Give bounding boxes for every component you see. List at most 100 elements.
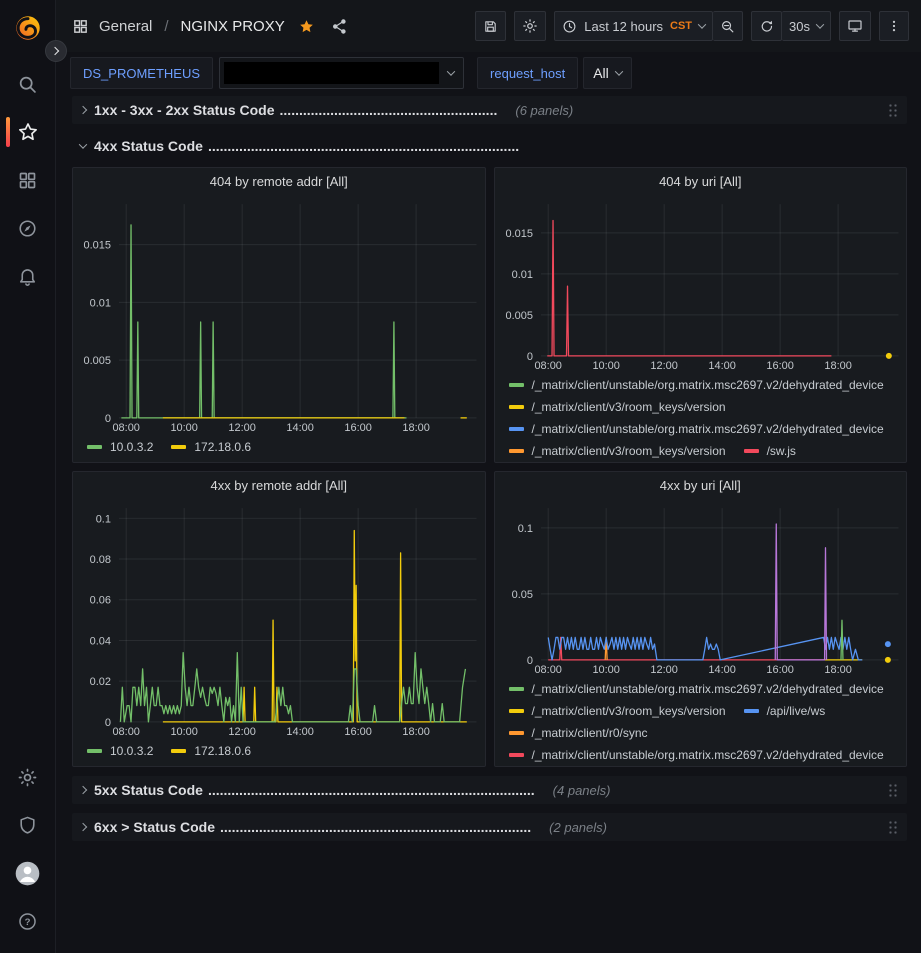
svg-text:0: 0 (526, 351, 532, 363)
tv-mode-button[interactable] (839, 11, 871, 41)
svg-text:0.01: 0.01 (90, 297, 111, 309)
legend-item[interactable]: 10.0.3.2 (87, 440, 153, 454)
panel-grid: 404 by remote addr [All] 08:0010:0012:00… (72, 167, 907, 767)
timeseries-chart[interactable]: 08:0010:0012:0014:0016:0018:0000.020.040… (73, 498, 485, 740)
compass-icon (17, 218, 38, 239)
svg-text:0.06: 0.06 (90, 595, 111, 607)
legend-swatch (509, 405, 524, 409)
sidebar-item-profile[interactable] (0, 849, 56, 897)
row-drag-handle[interactable] (888, 103, 897, 117)
legend-item[interactable]: /_matrix/client/unstable/org.matrix.msc2… (509, 748, 884, 762)
chevron-right-icon (51, 47, 59, 55)
legend-label: 172.18.0.6 (194, 744, 251, 758)
legend-swatch (509, 731, 524, 735)
legend-item[interactable]: /_matrix/client/v3/room_keys/version (509, 400, 726, 414)
svg-text:18:00: 18:00 (402, 422, 429, 434)
svg-text:08:00: 08:00 (112, 422, 139, 434)
svg-text:08:00: 08:00 (534, 664, 561, 676)
legend-item[interactable]: 10.0.3.2 (87, 744, 153, 758)
apps-icon (17, 170, 38, 191)
legend-swatch (171, 749, 186, 753)
svg-text:10:00: 10:00 (592, 664, 619, 676)
panel-404-by-uri: 404 by uri [All] 08:0010:0012:0014:0016:… (494, 167, 908, 463)
breadcrumb-section[interactable]: General (99, 18, 152, 35)
legend-item[interactable]: /_matrix/client/unstable/org.matrix.msc2… (509, 378, 884, 392)
monitor-icon (847, 18, 863, 34)
sidebar-item-explore[interactable] (0, 204, 56, 252)
variable-ds-prometheus-value-dropdown[interactable] (219, 57, 464, 89)
zoom-out-icon (720, 19, 735, 34)
legend-label: /sw.js (767, 444, 796, 458)
sidebar-item-help[interactable]: ? (0, 897, 56, 945)
legend-row: /_matrix/client/r0/sync (509, 722, 897, 744)
more-options-button[interactable] (879, 11, 909, 41)
sidebar-item-server-admin[interactable] (0, 801, 56, 849)
panel-title[interactable]: 404 by uri [All] (495, 168, 907, 194)
panel-title[interactable]: 404 by remote addr [All] (73, 168, 485, 194)
svg-text:14:00: 14:00 (286, 422, 313, 434)
sidebar-item-dashboards[interactable] (0, 156, 56, 204)
sidebar-item-alerting[interactable] (0, 252, 56, 300)
refresh-icon (759, 19, 774, 34)
row-5xx[interactable]: 5xx Status Code.........................… (72, 776, 907, 804)
svg-text:08:00: 08:00 (534, 360, 561, 372)
legend-item[interactable]: /sw.js (744, 444, 796, 458)
chevron-right-icon (79, 823, 87, 831)
zoom-out-time-button[interactable] (713, 11, 743, 41)
row-drag-handle[interactable] (888, 783, 897, 797)
legend-swatch (509, 427, 524, 431)
chart-legend: 10.0.3.2 172.18.0.6 (73, 436, 485, 462)
variable-ds-prometheus-label[interactable]: DS_PROMETHEUS (70, 57, 213, 89)
timeseries-chart[interactable]: 08:0010:0012:0014:0016:0018:0000.050.1 (495, 498, 907, 678)
sidebar-item-starred[interactable] (0, 108, 56, 156)
row-6xx[interactable]: 6xx > Status Code.......................… (72, 813, 907, 841)
breadcrumb-dashboard-title[interactable]: NGINX PROXY (181, 18, 285, 35)
time-range-label: Last 12 hours (584, 19, 663, 34)
variable-request-host-value-dropdown[interactable]: All (583, 57, 632, 89)
chevron-right-icon (79, 786, 87, 794)
svg-text:0.02: 0.02 (90, 676, 111, 688)
sidebar-item-configuration[interactable] (0, 753, 56, 801)
timeseries-chart[interactable]: 08:0010:0012:0014:0016:0018:0000.0050.01… (495, 194, 907, 374)
variable-request-host-label[interactable]: request_host (477, 57, 578, 89)
row-drag-handle[interactable] (888, 820, 897, 834)
timeseries-chart[interactable]: 08:0010:0012:0014:0016:0018:0000.0050.01… (73, 194, 485, 436)
legend-label: /_matrix/client/unstable/org.matrix.msc2… (532, 422, 884, 436)
redacted-value (224, 62, 439, 84)
dashboard-settings-button[interactable] (514, 11, 546, 41)
panel-title[interactable]: 4xx by remote addr [All] (73, 472, 485, 498)
share-button[interactable] (328, 18, 351, 35)
refresh-button[interactable] (751, 11, 782, 41)
legend-item[interactable]: /_matrix/client/v3/room_keys/version (509, 704, 726, 718)
chart-legend: /_matrix/client/unstable/org.matrix.msc2… (495, 678, 907, 766)
legend-swatch (509, 753, 524, 757)
row-panel-count: (2 panels) (549, 820, 607, 835)
svg-text:0.04: 0.04 (90, 635, 111, 647)
svg-text:16:00: 16:00 (766, 360, 793, 372)
save-dashboard-button[interactable] (475, 11, 506, 41)
refresh-interval-picker[interactable]: 30s (782, 11, 831, 41)
legend-item[interactable]: /api/live/ws (744, 704, 826, 718)
legend-row: 10.0.3.2 172.18.0.6 (87, 436, 251, 458)
svg-text:14:00: 14:00 (708, 360, 735, 372)
legend-item[interactable]: /_matrix/client/unstable/org.matrix.msc2… (509, 682, 884, 696)
panel-title[interactable]: 4xx by uri [All] (495, 472, 907, 498)
svg-text:10:00: 10:00 (170, 422, 197, 434)
kebab-menu-icon (887, 18, 901, 34)
legend-item[interactable]: 172.18.0.6 (171, 744, 251, 758)
sidebar-item-search[interactable] (0, 60, 56, 108)
expand-pane-button[interactable] (45, 40, 67, 62)
favorite-star-button[interactable] (295, 18, 318, 35)
row-1xx-3xx-2xx[interactable]: 1xx - 3xx - 2xx Status Code.............… (72, 96, 907, 124)
svg-text:18:00: 18:00 (402, 726, 429, 738)
legend-swatch (509, 709, 524, 713)
refresh-interval-label: 30s (789, 19, 810, 34)
legend-item[interactable]: /_matrix/client/unstable/org.matrix.msc2… (509, 422, 884, 436)
legend-item[interactable]: /_matrix/client/r0/sync (509, 726, 648, 740)
legend-item[interactable]: 172.18.0.6 (171, 440, 251, 454)
row-panel-count: (4 panels) (553, 783, 611, 798)
time-range-picker[interactable]: Last 12 hours CST (554, 11, 713, 41)
row-4xx[interactable]: 4xx Status Code.........................… (72, 133, 907, 159)
help-icon: ? (17, 911, 38, 932)
legend-item[interactable]: /_matrix/client/v3/room_keys/version (509, 444, 726, 458)
